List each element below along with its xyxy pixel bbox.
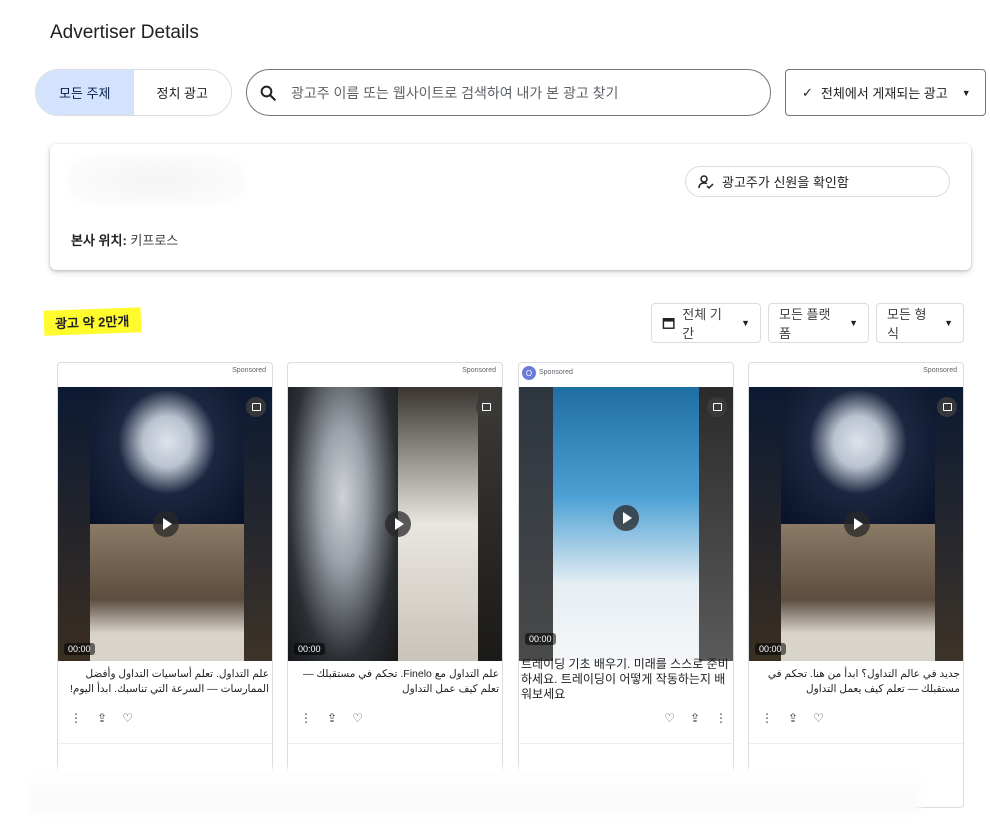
- ad-actions: ⋮ ⇪ ♡: [70, 711, 133, 725]
- play-icon[interactable]: [613, 505, 639, 531]
- heart-icon[interactable]: ♡: [122, 711, 133, 725]
- sponsored-label: Sponsored: [462, 367, 496, 374]
- ad-card[interactable]: O Sponsored 00:00 트레이딩 기초 배우기. 미래를 스스로 준…: [518, 362, 734, 774]
- video-duration: 00:00: [294, 643, 325, 655]
- caret-down-icon: ▼: [961, 87, 971, 98]
- hq-value: 키프로스: [130, 233, 179, 248]
- video-duration: 00:00: [64, 643, 95, 655]
- video-icon: [937, 397, 957, 417]
- headquarters-location: 본사 위치: 키프로스: [71, 230, 178, 249]
- page-title: Advertiser Details: [50, 22, 199, 43]
- caret-down-icon: ▼: [741, 318, 750, 328]
- video-duration: 00:00: [525, 633, 556, 645]
- ad-card[interactable]: Sponsored 00:00 علم التداول. تعلم أساسيا…: [57, 362, 273, 774]
- ad-caption: علم التداول مع Finelo. تحكم في مستقبلك —…: [302, 668, 499, 695]
- sponsored-label: Sponsored: [923, 367, 957, 374]
- video-icon: [707, 397, 727, 417]
- hq-label: 본사 위치:: [71, 233, 127, 248]
- video-icon: [476, 397, 496, 417]
- more-icon[interactable]: ⋮: [715, 711, 727, 725]
- more-icon[interactable]: ⋮: [300, 711, 312, 725]
- ad-count: 광고 약 2만개: [43, 307, 142, 336]
- caret-down-icon: ▼: [849, 318, 858, 328]
- heart-icon[interactable]: ♡: [813, 711, 824, 725]
- date-range-label: 전체 기간: [682, 307, 722, 341]
- heart-icon[interactable]: ♡: [664, 711, 675, 725]
- check-icon: ✓: [802, 84, 813, 100]
- ad-actions: ♡ ⇪ ⋮: [664, 711, 727, 725]
- card-divider: [288, 743, 502, 744]
- topic-toggle: 모든 주제 정치 광고: [35, 69, 232, 116]
- ad-video-thumbnail[interactable]: 00:00: [288, 387, 502, 661]
- search-input[interactable]: [291, 84, 731, 101]
- share-icon[interactable]: ⇪: [690, 711, 700, 725]
- region-filter-label: 전체에서 게재되는 광고: [820, 86, 948, 101]
- search-bar[interactable]: [246, 69, 771, 116]
- caret-down-icon: ▼: [944, 318, 953, 328]
- platform-filter[interactable]: 모든 플랫폼 ▼: [768, 303, 869, 343]
- play-icon[interactable]: [844, 511, 870, 537]
- card-divider: [749, 743, 963, 744]
- video-icon: [246, 397, 266, 417]
- more-icon[interactable]: ⋮: [761, 711, 773, 725]
- ad-video-thumbnail[interactable]: 00:00: [58, 387, 272, 661]
- ad-actions: ⋮ ⇪ ♡: [761, 711, 824, 725]
- advertiser-avatar: O: [522, 366, 536, 380]
- play-icon[interactable]: [153, 511, 179, 537]
- ad-video-thumbnail[interactable]: 00:00: [519, 387, 733, 661]
- advertiser-name-redacted: [66, 154, 246, 206]
- ad-card[interactable]: Sponsored 00:00 جديد في عالم التداول؟ اب…: [748, 362, 964, 808]
- identity-verified-button[interactable]: 광고주가 신원을 확인함: [685, 166, 950, 197]
- format-label: 모든 형식: [887, 307, 927, 341]
- card-divider: [519, 743, 733, 744]
- share-icon[interactable]: ⇪: [97, 711, 107, 725]
- card-divider: [58, 743, 272, 744]
- share-icon[interactable]: ⇪: [788, 711, 798, 725]
- identity-verified-label: 광고주가 신원을 확인함: [722, 175, 849, 190]
- sponsored-label: Sponsored: [232, 367, 266, 374]
- ad-caption: جديد في عالم التداول؟ ابدأ من هنا. تحكم …: [767, 668, 960, 695]
- ad-actions: ⋮ ⇪ ♡: [300, 711, 363, 725]
- tab-political-ads[interactable]: 정치 광고: [134, 70, 232, 115]
- search-icon: [260, 85, 276, 101]
- ad-video-thumbnail[interactable]: 00:00: [749, 387, 963, 661]
- ad-caption: 트레이딩 기초 배우기. 미래를 스스로 준비하세요. 트레이딩이 어떻게 작동…: [521, 657, 729, 701]
- tab-all-topics[interactable]: 모든 주제: [36, 70, 134, 115]
- verified-user-icon: [698, 174, 714, 189]
- ad-card[interactable]: Sponsored 00:00 علم التداول مع Finelo. ت…: [287, 362, 503, 774]
- ad-caption: علم التداول. تعلم أساسيات التداول وأفضل …: [69, 668, 269, 695]
- redacted-footer: [30, 768, 920, 813]
- more-icon[interactable]: ⋮: [70, 711, 82, 725]
- share-icon[interactable]: ⇪: [327, 711, 337, 725]
- advertiser-info-card: 본사 위치: 키프로스 광고주가 신원을 확인함: [50, 144, 971, 270]
- play-icon[interactable]: [385, 511, 411, 537]
- region-filter-button[interactable]: ✓ 전체에서 게재되는 광고 ▼: [785, 69, 986, 116]
- platform-label: 모든 플랫폼: [779, 307, 831, 341]
- sponsored-label: Sponsored: [539, 369, 573, 376]
- date-range-filter[interactable]: 전체 기간 ▼: [651, 303, 761, 343]
- calendar-icon: [662, 318, 675, 329]
- video-duration: 00:00: [755, 643, 786, 655]
- format-filter[interactable]: 모든 형식 ▼: [876, 303, 964, 343]
- heart-icon[interactable]: ♡: [352, 711, 363, 725]
